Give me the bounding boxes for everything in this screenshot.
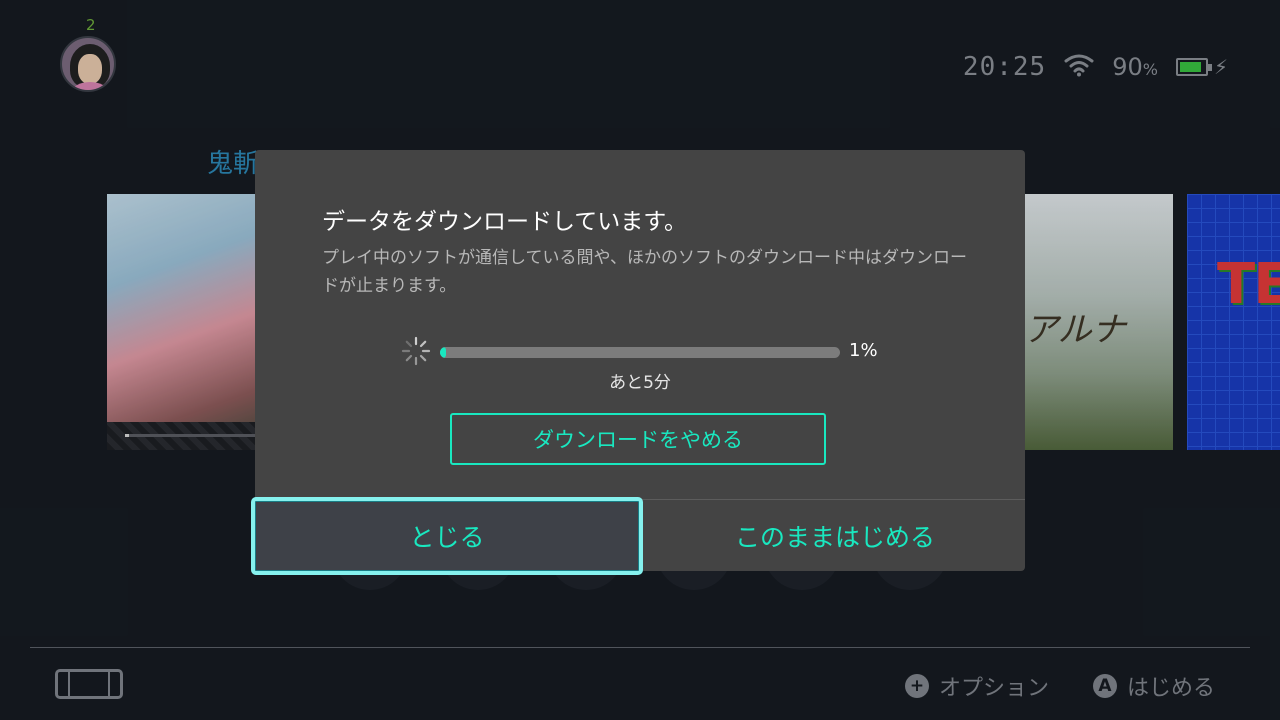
dialog-title: データをダウンロードしています。 (322, 209, 688, 235)
dialog-description: プレイ中のソフトが通信している間や、ほかのソフトのダウンロード中はダウンロードが… (322, 248, 967, 296)
download-dialog: データをダウンロードしています。 プレイ中のソフトが通信している間や、ほかのソフ… (251, 150, 1025, 575)
loading-spinner-icon (401, 336, 431, 366)
close-button[interactable]: とじる (251, 497, 643, 575)
cancel-download-button[interactable]: ダウンロードをやめる (450, 413, 826, 465)
download-progress-fill (440, 347, 446, 358)
time-remaining: あと5分 (609, 373, 671, 393)
start-anyway-button[interactable]: このままはじめる (645, 500, 1025, 571)
download-progress-bar (440, 347, 840, 358)
download-percent: 1% (849, 340, 878, 361)
